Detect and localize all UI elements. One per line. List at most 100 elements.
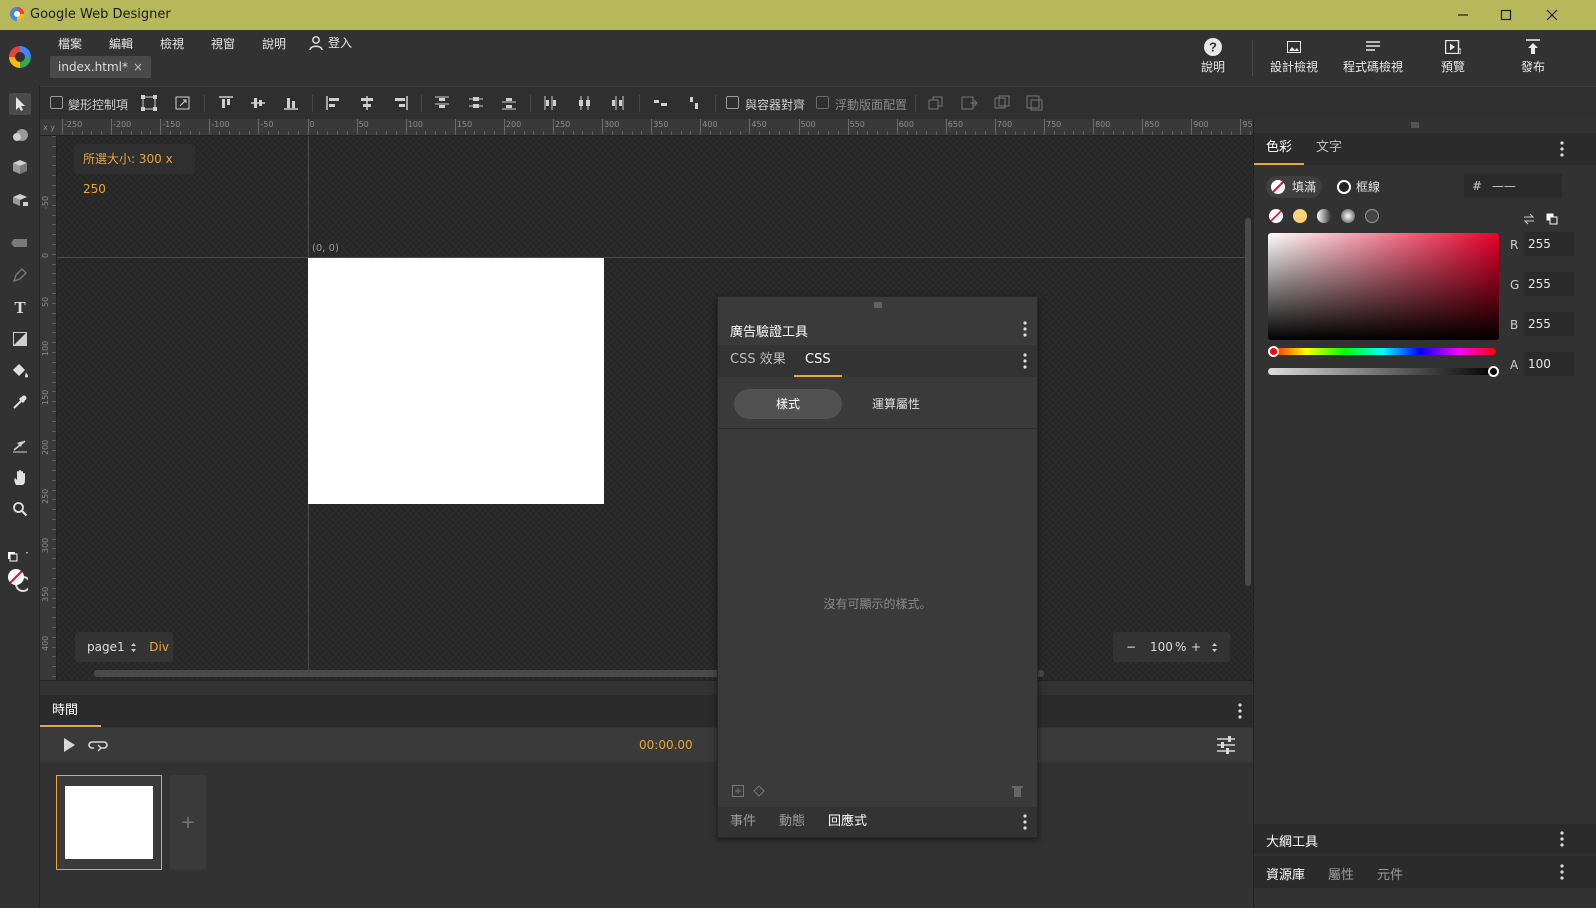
color-panel-more-icon[interactable] [1560,141,1564,157]
file-tab[interactable]: index.html* × [50,56,151,78]
tab-css-effects[interactable]: CSS 效果 [730,345,786,377]
swap-fill-stroke-icon[interactable] [1522,213,1536,225]
space-horizontal-icon[interactable] [652,95,670,111]
panel-more-icon[interactable] [1023,321,1027,337]
hue-slider[interactable] [1268,348,1496,355]
bounding-box-icon[interactable] [140,95,158,111]
timeline-settings-icon[interactable] [1216,736,1236,754]
library-more-icon[interactable] [1560,864,1564,880]
add-rule-icon[interactable] [732,785,744,797]
loop-icon[interactable] [88,738,108,752]
swatch-linear-gradient[interactable] [1317,209,1331,223]
group-icon[interactable] [927,95,945,111]
timeline-more-icon[interactable] [1238,703,1242,719]
scale-icon[interactable] [174,95,192,111]
object-3d-tool-icon[interactable] [9,124,31,146]
close-tab-icon[interactable]: × [133,56,143,78]
align-bottom-icon[interactable] [282,95,300,111]
panel-drag-handle[interactable] [718,297,1037,313]
floating-layout-checkbox[interactable] [816,96,829,109]
tab-properties[interactable]: 屬性 [1328,864,1354,883]
channel-b-input[interactable]: 255 [1524,312,1574,336]
page-selector[interactable]: page1 Div [75,632,173,662]
transform-controls-checkbox[interactable] [50,96,63,109]
selection-tool-icon[interactable] [9,93,31,115]
tabbar-more-icon[interactable] [1023,353,1027,369]
menu-edit[interactable]: 編輯 [109,35,133,52]
rotation-3d-tool-icon[interactable] [9,188,31,210]
hex-input[interactable]: # —— [1464,174,1562,198]
wrap-icon[interactable] [993,95,1011,111]
outline-more-icon[interactable] [1560,831,1564,847]
outline-tab[interactable]: 大綱工具 [1266,831,1318,850]
tab-dynamic[interactable]: 動態 [779,807,805,837]
menu-file[interactable]: 檔案 [58,35,82,52]
menu-help[interactable]: 說明 [262,35,286,52]
stage-tool-icon[interactable] [9,435,31,457]
close-window-button[interactable] [1529,0,1575,30]
distribute-center-icon[interactable] [576,95,594,111]
ungroup-icon[interactable] [960,95,978,111]
element-type[interactable]: Div [149,640,169,654]
preview-button[interactable]: 預覽 [1433,36,1473,82]
pen-tool-icon[interactable] [9,264,31,286]
channel-a-input[interactable]: 100 [1524,352,1574,376]
distribute-middle-icon[interactable] [467,95,485,111]
help-button[interactable]: ? 說明 [1193,36,1233,82]
swap-colors-icon[interactable] [6,546,28,568]
swatch-none[interactable] [1269,209,1283,223]
fill-stroke-indicator-icon[interactable] [6,569,28,592]
align-left-icon[interactable] [325,95,343,111]
fill-toggle[interactable]: 填滿 [1266,176,1322,198]
vertical-scrollbar[interactable] [1245,218,1251,586]
text-tool-icon[interactable]: T [9,296,31,318]
panel-grip-icon[interactable] [1410,121,1420,129]
zoom-in-icon[interactable]: + [1191,632,1201,662]
timecode[interactable]: 00:00.00 [639,738,693,752]
add-page-button[interactable]: + [170,775,206,870]
tab-responsive[interactable]: 回應式 [828,807,867,837]
minimize-button[interactable] [1440,0,1486,30]
add-selector-icon[interactable] [753,785,765,797]
design-view-button[interactable]: 設計檢視 [1266,36,1322,82]
align-to-container-checkbox[interactable] [726,96,739,109]
align-center-icon[interactable] [358,95,376,111]
align-top-icon[interactable] [217,95,235,111]
tab-text[interactable]: 文字 [1316,133,1342,165]
tag-tool-icon[interactable] [9,232,31,254]
code-view-button[interactable]: 程式碼檢視 [1341,36,1405,82]
unwrap-icon[interactable] [1026,95,1044,111]
alpha-slider-handle[interactable] [1488,366,1499,377]
align-middle-icon[interactable] [249,95,267,111]
distribute-left-icon[interactable] [542,95,560,111]
channel-r-input[interactable]: 255 [1524,232,1574,256]
alpha-slider[interactable] [1268,368,1496,375]
swatch-solid[interactable] [1293,209,1307,223]
page-thumbnail[interactable] [56,775,162,870]
distribute-right-icon[interactable] [609,95,627,111]
menu-window[interactable]: 視窗 [211,35,235,52]
artboard-page[interactable] [308,258,604,504]
hue-slider-handle[interactable] [1268,346,1279,357]
tab-library[interactable]: 資源庫 [1266,864,1305,883]
fill-tool-icon[interactable] [9,359,31,381]
eyedropper-tool-icon[interactable] [9,391,31,413]
publish-button[interactable]: 發布 [1513,36,1553,82]
zoom-stepper-icon[interactable] [1211,642,1218,653]
hand-tool-icon[interactable] [9,467,31,489]
tab-events[interactable]: 事件 [730,807,756,837]
channel-g-input[interactable]: 255 [1524,272,1574,296]
tab-timeline[interactable]: 時間軸 [40,695,101,750]
segment-computed[interactable]: 運算屬性 [842,389,950,419]
delete-icon[interactable] [1012,785,1023,797]
zoom-value[interactable]: 100 [1150,632,1173,662]
shape-tool-icon[interactable] [9,328,31,350]
swatch-radial-gradient[interactable] [1341,209,1355,223]
zoom-out-icon[interactable]: − [1126,632,1136,662]
page-stepper-icon[interactable] [130,642,137,653]
login-button[interactable]: 登入 [308,34,352,51]
space-vertical-icon[interactable] [685,95,703,111]
tab-css[interactable]: CSS [794,345,842,377]
saturation-brightness-picker[interactable] [1268,233,1499,340]
distribute-bottom-icon[interactable] [500,95,518,111]
